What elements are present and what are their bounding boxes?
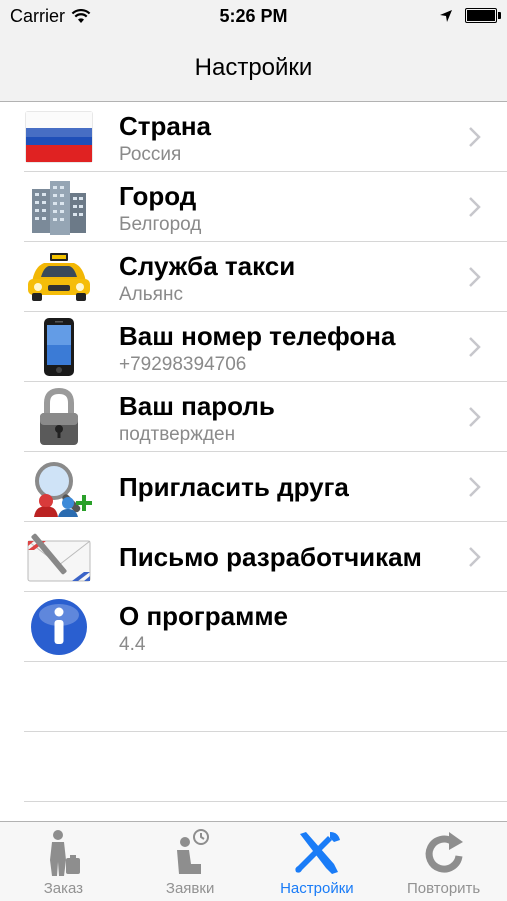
settings-list: Страна Россия Город Белгород Служба такс… (0, 102, 507, 802)
page-title: Настройки (194, 54, 313, 81)
chevron-right-icon (469, 267, 481, 287)
row-subtitle: подтвержден (119, 424, 236, 445)
status-time: 5:26 PM (219, 6, 288, 26)
chevron-right-icon (469, 337, 481, 357)
settings-row-taxi-service[interactable]: Служба такси Альянс (0, 242, 507, 312)
phone-icon (44, 318, 74, 376)
row-title: Ваш номер телефона (119, 321, 396, 351)
row-title: Служба такси (119, 251, 296, 281)
invite-friend-icon (34, 462, 92, 517)
settings-row-city[interactable]: Город Белгород (0, 172, 507, 242)
tab-settings[interactable]: Настройки (254, 822, 381, 901)
chevron-right-icon (469, 197, 481, 217)
settings-row-mail-developers[interactable]: Письмо разработчикам (0, 522, 507, 592)
requests-icon (177, 829, 210, 874)
row-title: Страна (119, 111, 212, 141)
order-person-icon (50, 830, 81, 876)
row-title: Письмо разработчикам (119, 542, 422, 572)
row-subtitle: Белгород (119, 214, 202, 235)
info-icon (31, 599, 87, 655)
buildings-icon (32, 181, 86, 235)
settings-row-about[interactable]: О программе 4.4 (0, 592, 507, 662)
mail-icon (27, 533, 91, 582)
status-right (439, 8, 501, 23)
tab-bar: Заказ Заявки Настройки Повторить (0, 821, 507, 901)
row-title: Ваш пароль (119, 391, 275, 421)
battery-fill (467, 10, 495, 21)
repeat-icon (425, 832, 463, 873)
location-arrow-icon (440, 9, 452, 22)
empty-row (0, 732, 507, 802)
row-subtitle: Альянс (119, 284, 183, 305)
chevron-right-icon (469, 477, 481, 497)
navigation-bar: Настройки (0, 34, 507, 102)
row-subtitle: +79298394706 (119, 354, 247, 375)
status-bar: Carrier 5:26 PM (0, 0, 507, 34)
russia-flag-icon (25, 111, 93, 163)
taxi-icon (28, 253, 90, 301)
tab-repeat[interactable]: Повторить (380, 822, 507, 901)
row-title: О программе (119, 601, 289, 631)
battery-icon (465, 8, 501, 23)
tab-label: Повторить (407, 880, 481, 897)
tab-label: Заявки (165, 880, 215, 897)
lock-icon (40, 387, 78, 445)
tab-label: Заказ (43, 880, 84, 897)
row-subtitle: Россия (119, 144, 182, 165)
row-title: Город (119, 181, 197, 211)
row-subtitle: 4.4 (119, 634, 146, 655)
empty-row (0, 662, 507, 732)
tab-label: Настройки (280, 880, 354, 897)
settings-row-password[interactable]: Ваш пароль подтвержден (0, 382, 507, 452)
row-title: Пригласить друга (119, 472, 349, 502)
tab-requests[interactable]: Заявки (127, 822, 254, 901)
chevron-right-icon (469, 127, 481, 147)
settings-row-phone[interactable]: Ваш номер телефона +79298394706 (0, 312, 507, 382)
settings-row-invite-friend[interactable]: Пригласить друга (0, 452, 507, 522)
tab-order[interactable]: Заказ (0, 822, 127, 901)
settings-tools-icon (295, 832, 340, 874)
chevron-right-icon (469, 547, 481, 567)
settings-row-country[interactable]: Страна Россия (0, 102, 507, 172)
chevron-right-icon (469, 407, 481, 427)
